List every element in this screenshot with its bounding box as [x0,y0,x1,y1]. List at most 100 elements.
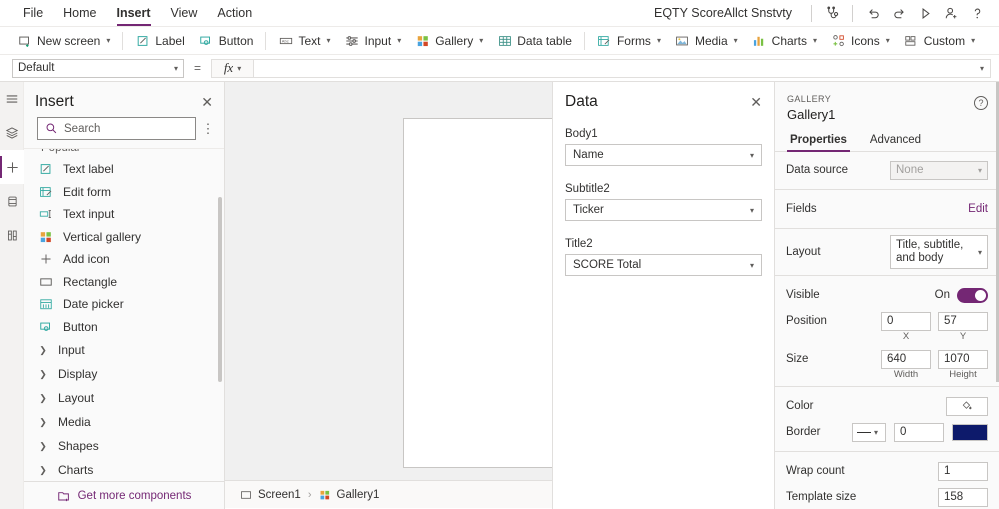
ribbon-new-screen-button[interactable]: New screen ▾ [10,30,117,52]
ribbon-gallery-button[interactable]: Gallery ▾ [408,30,490,52]
edit-form-icon [38,184,54,200]
data-field-dropdown-subtitle2[interactable]: Ticker ▾ [565,199,762,221]
share-icon[interactable] [938,1,964,25]
insert-item-button[interactable]: Button [24,316,224,339]
ribbon-media-label: Media [694,33,728,48]
gallery-icon [319,489,331,501]
insert-item-label: Vertical gallery [63,229,142,244]
search-input[interactable]: Search [37,117,196,140]
data-panel-header: Data ✕ [553,82,774,111]
insert-category-charts[interactable]: ❯ Charts [24,458,224,481]
ribbon-charts-button[interactable]: Charts ▾ [745,30,824,52]
button-icon [199,33,214,48]
ribbon-text-button[interactable]: Abc Text ▾ [271,30,337,52]
insert-category-label: Shapes [58,439,99,453]
get-more-components-button[interactable]: Get more components [24,481,224,509]
tab-properties[interactable]: Properties [787,131,850,152]
menu-item-home[interactable]: Home [53,1,106,25]
insert-item-date-picker[interactable]: Date picker [24,293,224,316]
chevron-down-icon: ▾ [971,36,976,45]
wrap-count-input[interactable]: 1 [938,461,988,481]
size-width-input[interactable]: 640 [881,349,931,369]
border-color-swatch[interactable] [952,423,988,441]
menu-icon[interactable] [0,82,24,116]
template-size-input[interactable]: 158 [938,487,988,507]
insert-category-shapes[interactable]: ❯ Shapes [24,434,224,458]
data-field-dropdown-title2[interactable]: SCORE Total ▾ [565,254,762,276]
preview-play-icon[interactable] [912,1,938,25]
menu-item-insert[interactable]: Insert [107,1,161,26]
formula-input[interactable]: ▾ [254,58,991,78]
border-label: Border [786,426,821,438]
breadcrumb-screen1[interactable]: Screen1 [234,487,307,503]
ribbon-custom-button[interactable]: Custom ▾ [897,30,982,52]
insert-item-text-label[interactable]: Text label [24,158,224,181]
fx-button[interactable]: fx ▾ [211,58,255,78]
help-icon[interactable] [964,1,990,25]
breadcrumb-gallery1[interactable]: Gallery1 [313,487,386,503]
menu-item-action[interactable]: Action [207,1,262,25]
size-height-input[interactable]: 1070 [938,349,988,369]
fx-label: fx [223,60,234,75]
layout-dropdown[interactable]: Title, subtitle, and body ▾ [890,235,988,269]
insert-item-edit-form[interactable]: Edit form [24,181,224,204]
ribbon-input-button[interactable]: Input ▾ [337,30,408,52]
media-icon[interactable] [0,218,24,252]
divider [775,189,999,190]
row-fields: Fields Edit [775,196,999,222]
property-selector[interactable]: Default ▾ [12,58,184,78]
insert-icon[interactable] [0,150,24,184]
more-options-icon[interactable]: ⋮ [200,121,216,137]
canvas-area[interactable]: EQTY Allocation Sensitivity [225,82,552,480]
insert-list-scrollbar[interactable] [218,197,222,382]
insert-item-add-icon[interactable]: Add icon [24,248,224,271]
chevron-down-icon[interactable]: ▾ [980,64,984,73]
screen-canvas[interactable]: EQTY Allocation Sensitivity [403,118,552,468]
ribbon-data-table-button[interactable]: Data table [490,30,579,52]
tab-advanced[interactable]: Advanced [867,131,924,151]
ribbon-media-button[interactable]: Media ▾ [668,30,745,52]
breadcrumb-separator: › [307,488,312,501]
help-icon[interactable]: ? [974,96,988,110]
chevron-down-icon: ▾ [885,36,890,45]
insert-item-label: Date picker [63,297,124,312]
svg-text:Abc: Abc [282,38,289,43]
close-icon[interactable]: ✕ [201,95,213,109]
chevron-down-icon: ▾ [173,63,178,73]
menu-item-file[interactable]: File [13,1,53,25]
undo-icon[interactable] [860,1,886,25]
insert-category-display[interactable]: ❯ Display [24,362,224,386]
menu-bar-right: EQTY ScoreAllct Snstvty [654,1,999,25]
border-thickness-input[interactable]: 0 [894,422,944,442]
visible-toggle[interactable] [957,287,988,303]
data-icon[interactable] [0,184,24,218]
insert-category-media[interactable]: ❯ Media [24,410,224,434]
data-panel-title: Data [565,93,598,110]
color-fill-button[interactable] [946,396,988,416]
data-field-dropdown-body1[interactable]: Name ▾ [565,144,762,166]
tree-view-icon[interactable] [0,116,24,150]
border-style-dropdown[interactable]: ▾ [852,422,886,442]
fill-bucket-icon [961,400,973,412]
insert-category-layout[interactable]: ❯ Layout [24,386,224,410]
insert-item-text-input[interactable]: Text input [24,203,224,226]
ribbon-icons-button[interactable]: Icons ▾ [824,30,897,52]
menu-item-view[interactable]: View [161,1,208,25]
ribbon-button-button[interactable]: Button [192,30,261,52]
app-title: EQTY ScoreAllct Snstvty [653,6,792,20]
insert-item-vertical-gallery[interactable]: Vertical gallery [24,226,224,249]
insert-category-input[interactable]: ❯ Input [24,338,224,362]
insert-item-rectangle[interactable]: Rectangle [24,271,224,294]
fields-edit-link[interactable]: Edit [968,203,988,215]
data-source-dropdown[interactable]: None ▾ [890,160,988,180]
chevron-right-icon: ❯ [39,344,47,355]
chevron-down-icon: ▾ [656,36,661,45]
divider [775,228,999,229]
close-icon[interactable]: ✕ [750,95,762,109]
position-y-input[interactable]: 57 [938,311,988,331]
ribbon-forms-button[interactable]: Forms ▾ [590,30,668,52]
position-x-input[interactable]: 0 [881,311,931,331]
app-checker-icon[interactable] [819,1,845,25]
redo-icon[interactable] [886,1,912,25]
ribbon-label-button[interactable]: Label [128,30,191,52]
